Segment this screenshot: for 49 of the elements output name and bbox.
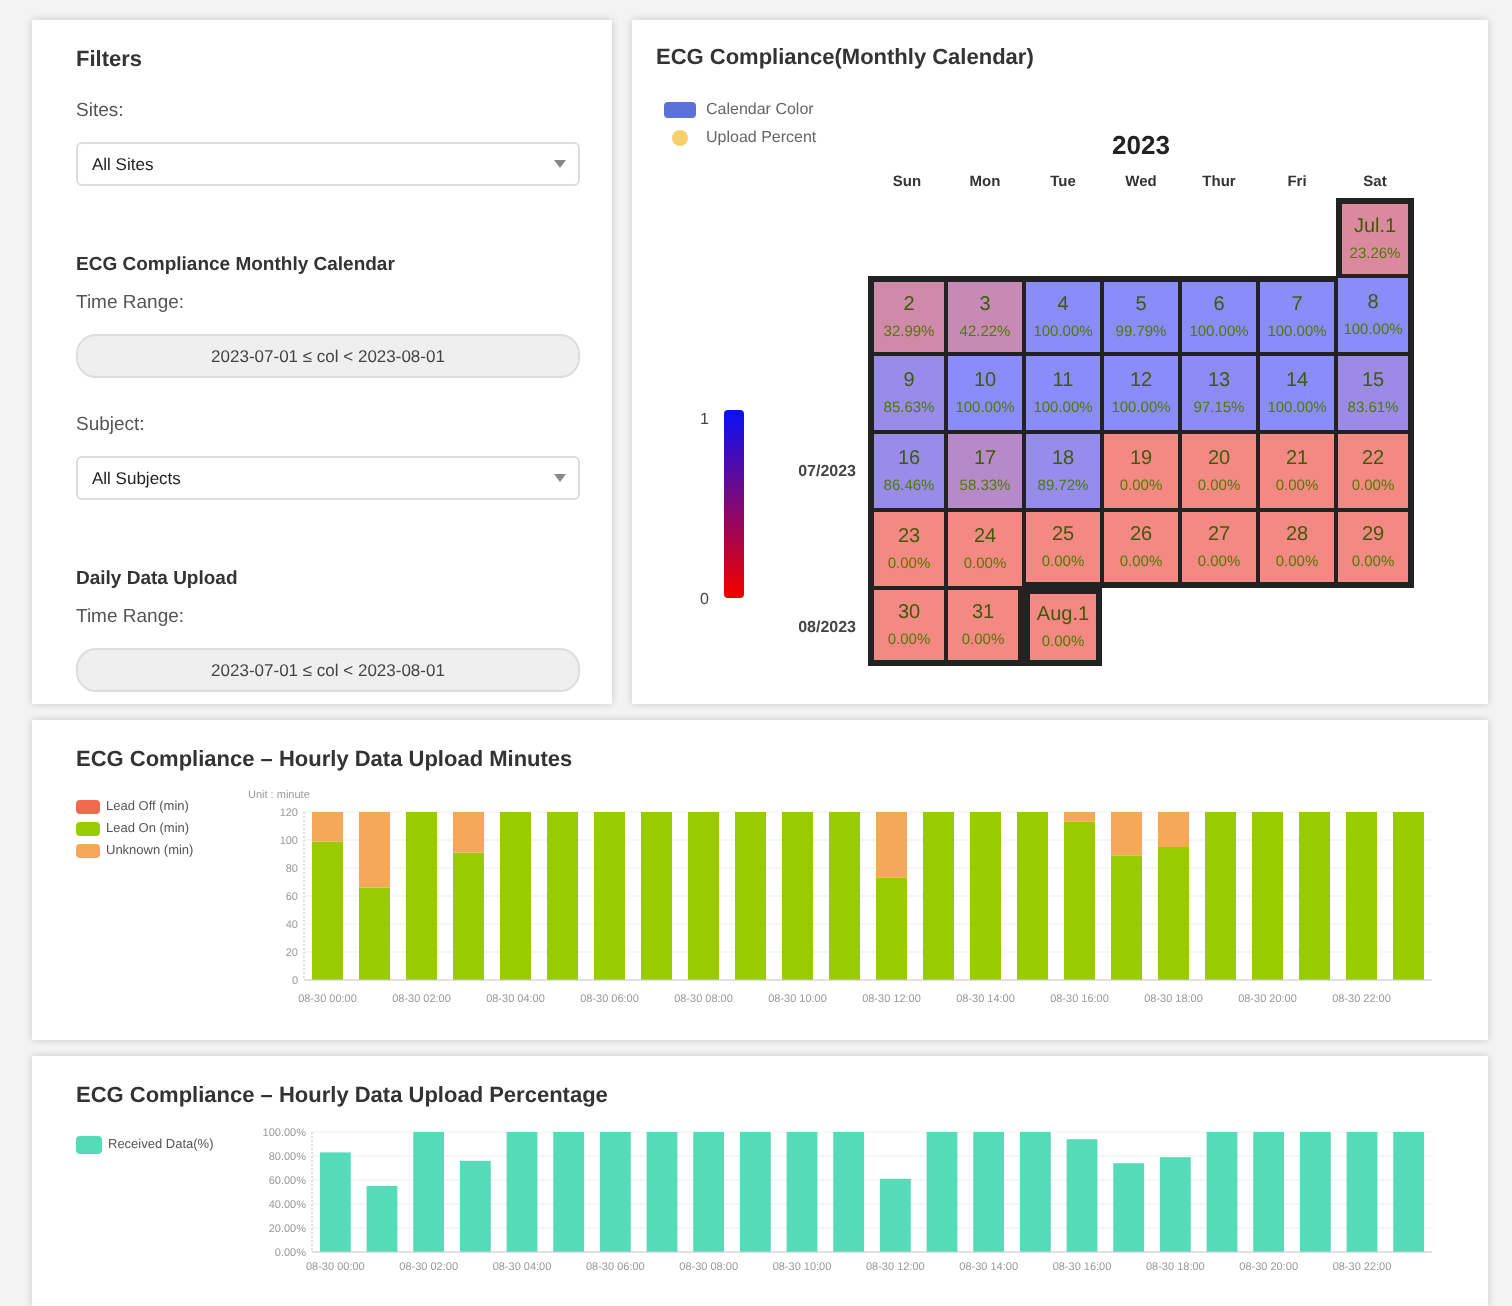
bar	[359, 887, 390, 980]
scale-label: 1	[700, 410, 709, 428]
legend-label[interactable]: Upload Percent	[706, 128, 817, 146]
section-title: ECG Compliance Monthly Calendar	[76, 254, 397, 276]
bar	[459, 1160, 491, 1252]
bar	[319, 1152, 351, 1252]
bar	[413, 1132, 445, 1252]
bar	[646, 1132, 678, 1252]
bar	[506, 1132, 538, 1252]
scale-label: 0	[700, 590, 709, 608]
field-label: Subject:	[76, 414, 145, 436]
caret-icon	[554, 474, 566, 482]
field-label: Sites:	[76, 100, 124, 122]
bar	[1113, 1163, 1145, 1252]
bar	[1159, 1157, 1191, 1252]
bar	[693, 1132, 725, 1252]
bar	[1393, 1132, 1425, 1252]
bar	[1253, 1132, 1285, 1252]
time-range-field[interactable]: 2023-07-01 ≤ col < 2023-08-01	[76, 648, 580, 692]
bar	[553, 1132, 585, 1252]
bar	[786, 1132, 818, 1252]
bar	[1019, 1132, 1051, 1252]
bar	[926, 1132, 958, 1252]
bar	[739, 1132, 771, 1252]
time-range-field[interactable]: 2023-07-01 ≤ col < 2023-08-01	[76, 334, 580, 378]
month-label: 07/2023	[798, 462, 856, 480]
bar	[1346, 1132, 1378, 1252]
panel-title: ECG Compliance – Hourly Data Upload Percentage	[76, 1084, 610, 1108]
year-title: 2023	[1110, 130, 1172, 164]
bar	[833, 1132, 865, 1252]
panel-title: ECG Compliance – Hourly Data Upload Minutes	[76, 748, 575, 772]
legend-label[interactable]: Calendar Color	[706, 100, 814, 118]
subject-dropdown[interactable]: All Subjects	[76, 456, 580, 500]
bar	[1206, 1132, 1238, 1252]
bar	[1066, 1139, 1098, 1252]
bar	[973, 1132, 1005, 1252]
panel-title: Filters	[76, 48, 145, 72]
section-title: Daily Data Upload	[76, 568, 240, 590]
bar	[599, 1132, 631, 1252]
panel-title: ECG Compliance(Monthly Calendar)	[656, 46, 1036, 70]
field-label: Time Range:	[76, 606, 185, 628]
bar	[879, 1178, 911, 1252]
sites-dropdown[interactable]: All Sites	[76, 142, 580, 186]
bar	[1299, 1132, 1331, 1252]
bar	[366, 1186, 398, 1252]
bar	[359, 812, 390, 888]
caret-icon	[554, 160, 566, 168]
field-label: Time Range:	[76, 292, 185, 314]
month-label: 08/2023	[798, 618, 856, 636]
